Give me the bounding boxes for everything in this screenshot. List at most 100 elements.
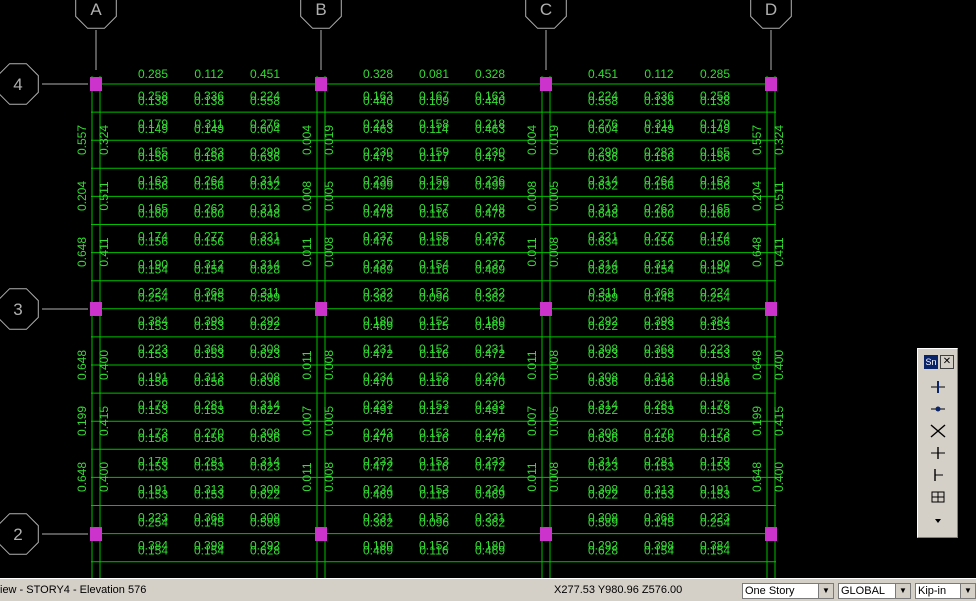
column-value: 0.008 [547, 462, 561, 492]
beam-value: 0.156 [194, 150, 224, 164]
beam-value: 0.154 [138, 263, 168, 277]
joint-marker [90, 302, 102, 316]
beam-value: 0.154 [194, 263, 224, 277]
column-value: 0.019 [322, 125, 336, 155]
beam-value: 0.648 [588, 206, 618, 220]
beam-value: 0.622 [588, 319, 618, 333]
column-value: 0.008 [525, 181, 539, 211]
column-value: 0.008 [300, 181, 314, 211]
beam-value: 0.153 [138, 403, 168, 417]
column-value: 0.411 [772, 237, 786, 266]
column-value: 0.557 [750, 125, 764, 155]
beam-value: 0.156 [138, 235, 168, 249]
snap-perpendicular-icon[interactable] [929, 445, 947, 461]
beam-value: 0.153 [138, 487, 168, 501]
column-value: 0.400 [97, 350, 111, 380]
more-arrow-icon[interactable] [929, 513, 947, 529]
column-value: 0.557 [75, 125, 89, 155]
beam-value: 0.153 [194, 403, 224, 417]
chevron-down-icon[interactable]: ▼ [960, 584, 975, 598]
beam-value: 0.469 [475, 487, 505, 501]
snap-line-icon[interactable] [929, 467, 947, 483]
beam-value: 0.156 [194, 375, 224, 389]
beam-value: 0.254 [138, 291, 168, 305]
beam-value: 0.362 [363, 291, 393, 305]
beam-value: 0.156 [700, 150, 730, 164]
chevron-down-icon[interactable]: ▼ [895, 584, 910, 598]
column-value: 0.415 [772, 406, 786, 436]
top-value: 0.328 [363, 67, 393, 81]
beam-value: 0.153 [194, 459, 224, 473]
column-value: 0.007 [300, 406, 314, 436]
beam-value: 0.149 [700, 122, 730, 136]
beam-value: 0.145 [644, 516, 674, 530]
top-value: 0.328 [475, 67, 505, 81]
beam-value: 0.156 [644, 178, 674, 192]
beam-value: 0.472 [363, 347, 393, 361]
beam-value: 0.623 [250, 347, 280, 361]
beam-value: 0.254 [138, 516, 168, 530]
column-value: 0.004 [525, 125, 539, 155]
beam-value: 0.145 [644, 291, 674, 305]
column-value: 0.011 [525, 462, 539, 491]
beam-value: 0.472 [475, 347, 505, 361]
grid-label: 4 [13, 75, 22, 94]
beam-value: 0.153 [138, 459, 168, 473]
snap-intersection-icon[interactable] [929, 423, 947, 439]
units-select[interactable]: Kip-in ▼ [915, 583, 976, 599]
column-value: 0.648 [75, 462, 89, 492]
beam-value: 0.153 [700, 347, 730, 361]
snap-middle-icon[interactable] [929, 401, 947, 417]
beam-value: 0.116 [419, 544, 448, 558]
snap-end-icon[interactable] [929, 379, 947, 395]
coordinate-system-select[interactable]: GLOBAL ▼ [838, 583, 911, 599]
toolbox-close-button[interactable]: ✕ [940, 355, 954, 369]
chevron-down-icon[interactable]: ▼ [818, 584, 833, 598]
column-value: 0.204 [75, 181, 89, 211]
beam-value: 0.117 [419, 150, 448, 164]
column-value: 0.008 [322, 350, 336, 380]
beam-value: 0.628 [250, 263, 280, 277]
beam-value: 0.622 [250, 487, 280, 501]
grid-label: 3 [13, 300, 22, 319]
beam-value: 0.154 [194, 544, 224, 558]
beam-value: 0.153 [644, 459, 674, 473]
beam-value: 0.470 [363, 375, 393, 389]
beam-value: 0.153 [644, 347, 674, 361]
beam-value: 0.622 [588, 487, 618, 501]
beam-value: 0.156 [644, 235, 674, 249]
beam-value: 0.470 [363, 431, 393, 445]
grid-label: A [90, 0, 102, 19]
beam-value: 0.623 [588, 347, 618, 361]
beam-value: 0.115 [419, 487, 448, 501]
column-value: 0.511 [97, 181, 111, 210]
column-value: 0.324 [97, 125, 111, 155]
joint-marker [540, 302, 552, 316]
beam-value: 0.636 [588, 375, 618, 389]
beam-value: 0.145 [194, 516, 224, 530]
beam-value: 0.116 [419, 375, 448, 389]
beam-value: 0.156 [138, 431, 168, 445]
beam-value: 0.096 [419, 516, 449, 530]
beam-value: 0.138 [700, 94, 730, 108]
snap-grid-icon[interactable] [929, 489, 947, 505]
model-canvas[interactable]: A B C D 4 3 2 0.285 0.112 0.451 0.328 0.081 0.328 0.4… [0, 0, 976, 578]
beam-value: 0.475 [475, 150, 505, 164]
beam-value: 0.154 [644, 263, 674, 277]
beam-value: 0.156 [700, 431, 730, 445]
beam-value: 0.558 [250, 94, 280, 108]
beam-value: 0.476 [475, 235, 505, 249]
column-value: 0.648 [750, 462, 764, 492]
story-select[interactable]: One Story ▼ [742, 583, 834, 599]
beam-value: 0.153 [644, 487, 674, 501]
story-select-value: One Story [745, 585, 795, 597]
snap-toolbox[interactable]: Sn ✕ [917, 348, 958, 538]
beam-value: 0.636 [250, 150, 280, 164]
beam-value: 0.634 [588, 235, 618, 249]
top-value: 0.112 [644, 67, 673, 81]
column-value: 0.411 [97, 237, 111, 266]
joint-marker [315, 302, 327, 316]
beam-value: 0.156 [644, 150, 674, 164]
beam-value: 0.156 [194, 235, 224, 249]
column-value: 0.648 [75, 350, 89, 380]
